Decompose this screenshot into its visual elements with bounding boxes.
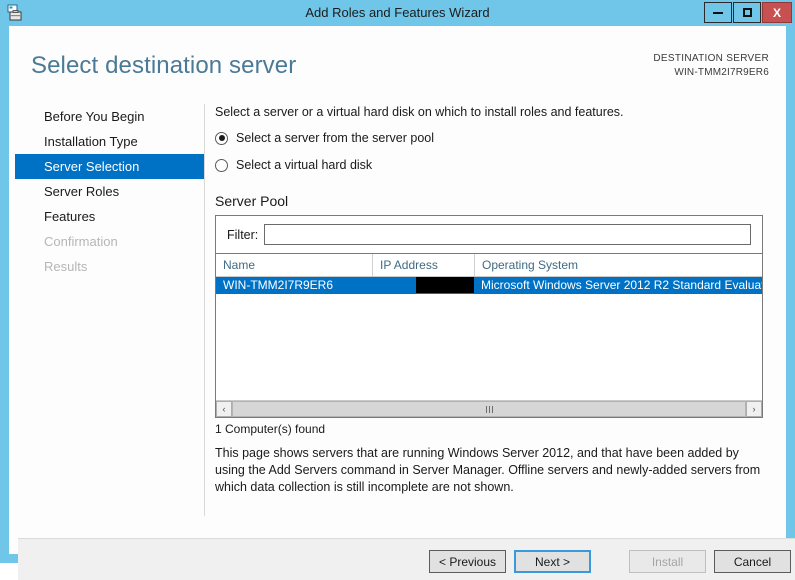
sidebar-item-installation-type[interactable]: Installation Type	[9, 129, 204, 154]
redaction-box	[416, 277, 474, 293]
sidebar-divider	[204, 104, 205, 516]
list-body: WIN-TMM2I7R9ER6 Microsoft Windows Server…	[216, 277, 762, 400]
cell-name: WIN-TMM2I7R9ER6	[223, 278, 334, 292]
install-button: Install	[629, 550, 706, 573]
computers-found-text: 1 Computer(s) found	[215, 422, 326, 436]
wizard-footer: < Previous Next > Install Cancel	[18, 539, 795, 580]
scrollbar-thumb[interactable]	[232, 401, 746, 417]
radio-virtual-hard-disk-icon	[215, 158, 228, 172]
sidebar-item-confirmation: Confirmation	[44, 234, 118, 249]
scroll-left-arrow-icon[interactable]: ‹	[216, 401, 232, 417]
page-description: This page shows servers that are running…	[215, 446, 761, 494]
filter-label: Filter:	[227, 227, 259, 242]
scrollbar-grip-icon	[485, 405, 493, 413]
wizard-icon	[6, 4, 24, 22]
cell-operating-system: Microsoft Windows Server 2012 R2 Standar…	[481, 278, 762, 292]
server-pool-heading: Server Pool	[215, 193, 289, 209]
radio-server-pool[interactable]: Select a server from the server pool	[215, 129, 777, 147]
client-area: Select destination server DESTINATION SE…	[9, 26, 795, 580]
radio-virtual-hard-disk-label: Select a virtual hard disk	[236, 158, 373, 172]
radio-server-pool-label: Select a server from the server pool	[236, 131, 434, 145]
filter-input[interactable]	[264, 224, 751, 245]
radio-virtual-hard-disk[interactable]: Select a virtual hard disk	[215, 156, 777, 174]
sidebar-item-features[interactable]: Features	[9, 204, 204, 229]
minimize-icon	[713, 11, 723, 14]
cancel-button[interactable]: Cancel	[714, 550, 791, 573]
destination-server-label: DESTINATION SERVER	[653, 53, 769, 64]
main-content: Select a server or a virtual hard disk o…	[215, 104, 777, 496]
intro-text: Select a server or a virtual hard disk o…	[215, 105, 624, 119]
cell-ip-address	[372, 277, 474, 294]
window-title: Add Roles and Features Wizard	[305, 5, 490, 20]
page-title: Select destination server	[31, 52, 297, 79]
maximize-icon	[742, 8, 752, 17]
table-row[interactable]: WIN-TMM2I7R9ER6 Microsoft Windows Server…	[216, 277, 762, 294]
column-header-ip-address[interactable]: IP Address	[372, 254, 474, 276]
wizard-window: Add Roles and Features Wizard X Select d…	[0, 0, 795, 580]
maximize-button[interactable]	[733, 2, 761, 23]
horizontal-scrollbar[interactable]: ‹ ›	[216, 400, 762, 417]
title-bar[interactable]: Add Roles and Features Wizard X	[0, 0, 795, 26]
column-header-name[interactable]: Name	[216, 254, 372, 276]
destination-server-block: DESTINATION SERVER WIN-TMM2I7R9ER6	[653, 52, 769, 80]
sidebar-item-server-roles[interactable]: Server Roles	[9, 179, 204, 204]
next-button[interactable]: Next >	[514, 550, 591, 573]
wizard-sidebar: Before You Begin Installation Type Serve…	[9, 104, 204, 504]
destination-server-value: WIN-TMM2I7R9ER6	[674, 67, 769, 78]
scrollbar-track[interactable]	[232, 401, 746, 417]
server-pool-list: Name IP Address Operating System WIN-TMM…	[215, 253, 763, 418]
minimize-button[interactable]	[704, 2, 732, 23]
column-header-operating-system[interactable]: Operating System	[474, 254, 762, 276]
list-header-row: Name IP Address Operating System	[216, 254, 762, 277]
filter-panel: Filter:	[215, 215, 763, 253]
close-button[interactable]: X	[762, 2, 792, 23]
sidebar-item-before-you-begin[interactable]: Before You Begin	[9, 104, 204, 129]
close-icon: X	[772, 5, 781, 20]
scroll-right-arrow-icon[interactable]: ›	[746, 401, 762, 417]
radio-server-pool-icon	[215, 131, 228, 145]
sidebar-item-results: Results	[44, 259, 88, 274]
previous-button[interactable]: < Previous	[429, 550, 506, 573]
sidebar-item-server-selection[interactable]: Server Selection	[15, 154, 204, 179]
